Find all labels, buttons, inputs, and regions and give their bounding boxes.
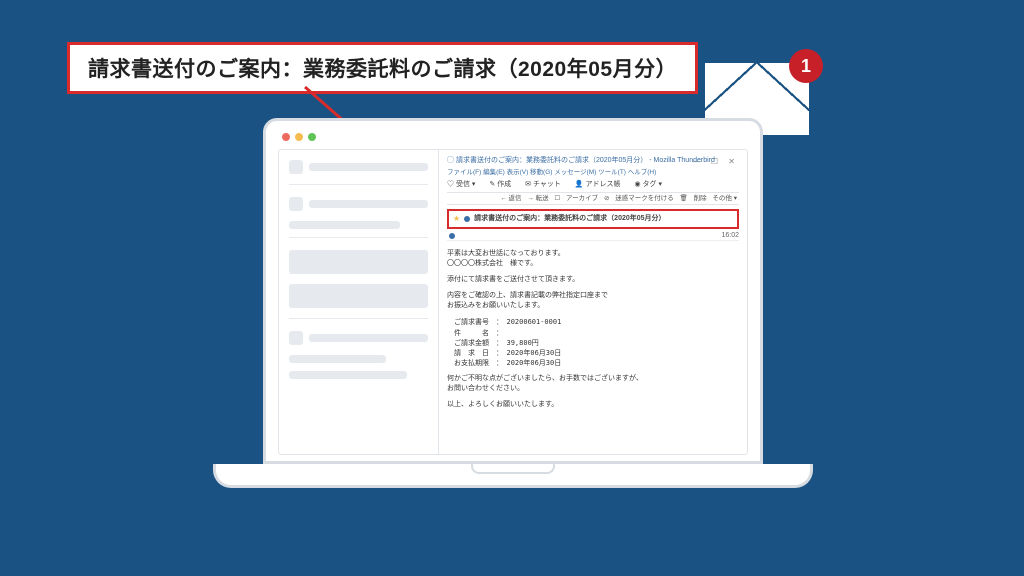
window-controls (278, 131, 748, 149)
email-body: 平素は大変お世話になっております。 〇〇〇〇株式会社 様です。 添付にて請求書を… (447, 249, 739, 411)
laptop-base (213, 464, 813, 488)
toolbar-primary: ♡ 受信 ▾ ✎ 作成 ✉ チャット 👤 アドレス帳 ◉ タグ ▾ (447, 180, 739, 190)
min-dot (295, 133, 303, 141)
browser-frame: — ☐ ✕ ◯ 請求書送付のご案内：業務委託料のご請求（2020年05月分） -… (278, 149, 748, 455)
unread-dot-icon (464, 216, 470, 222)
laptop-illustration: — ☐ ✕ ◯ 請求書送付のご案内：業務委託料のご請求（2020年05月分） -… (263, 118, 763, 488)
app-title: — ☐ ✕ ◯ 請求書送付のご案内：業務委託料のご請求（2020年05月分） -… (447, 156, 739, 166)
badge-count: 1 (801, 56, 811, 77)
toolbar-secondary: ← 返信 → 転送 ☐ アーカイブ ⊘ 迷惑マークを付ける 🗑 削除 その他 ▾ (447, 192, 739, 205)
email-time: 16:02 (721, 231, 739, 241)
email-meta-row: 16:02 (447, 231, 739, 241)
menubar: ファイル(F) 編集(E) 表示(V) 移動(G) メッセージ(M) ツール(T… (447, 168, 739, 177)
email-subject-highlight: ★ 請求書送付のご案内：業務委託料のご請求（2020年05月分） (447, 209, 739, 229)
notification-badge: 1 (789, 49, 823, 83)
close-dot (282, 133, 290, 141)
email-pane: — ☐ ✕ ◯ 請求書送付のご案内：業務委託料のご請求（2020年05月分） -… (439, 150, 747, 454)
star-icon: ★ (453, 213, 460, 225)
callout-text: 請求書送付のご案内：業務委託料のご請求（2020年05月分） (88, 58, 677, 81)
subject-text: 請求書送付のご案内：業務委託料のご請求（2020年05月分） (474, 214, 665, 224)
invoice-details: ご請求書号 ： 20200601-0001 件 名 ： ご請求金額 ： 39,8… (447, 317, 739, 368)
laptop-screen: — ☐ ✕ ◯ 請求書送付のご案内：業務委託料のご請求（2020年05月分） -… (263, 118, 763, 464)
browser-sidebar (279, 150, 439, 454)
max-dot (308, 133, 316, 141)
callout-box: 請求書送付のご案内：業務委託料のご請求（2020年05月分） (67, 42, 698, 94)
